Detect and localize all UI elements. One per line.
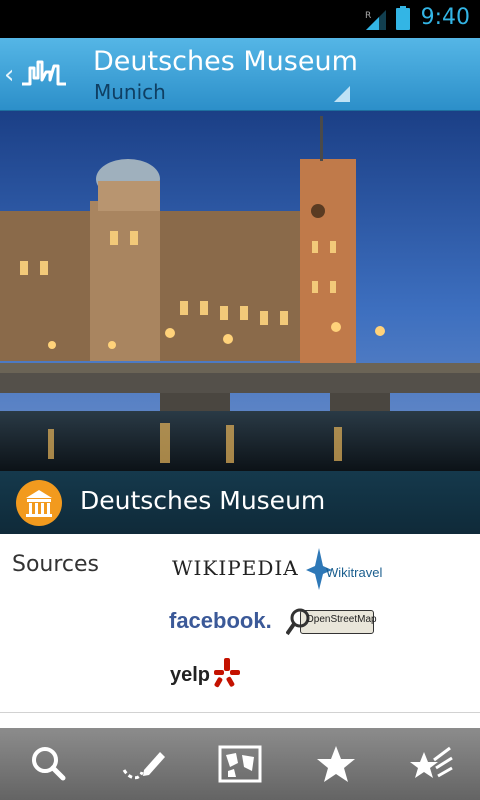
signal-icon: R bbox=[365, 10, 386, 30]
tab-route[interactable] bbox=[96, 728, 192, 800]
route-pencil-icon bbox=[122, 752, 165, 780]
spinner-indicator-icon bbox=[334, 86, 350, 102]
osm-label: OpenStreetMap bbox=[306, 614, 377, 625]
yelp-source-link[interactable]: yelp bbox=[170, 658, 240, 692]
wikitravel-source-link[interactable]: Wikitravel bbox=[304, 546, 388, 592]
divider bbox=[0, 712, 480, 713]
openstreetmap-source-link[interactable]: OpenStreetMap bbox=[286, 606, 377, 640]
star-icon bbox=[317, 746, 355, 782]
poi-name: Deutsches Museum bbox=[80, 486, 326, 515]
clock: 9:40 bbox=[420, 5, 470, 30]
museum-icon bbox=[16, 480, 62, 526]
facebook-source-link[interactable]: facebook. bbox=[169, 608, 272, 634]
battery-icon bbox=[396, 6, 410, 30]
status-bar: R 9:40 bbox=[0, 0, 480, 38]
poi-header: Deutsches Museum bbox=[0, 471, 480, 534]
action-bar: ‹ Deutsches Museum Munich bbox=[0, 38, 480, 111]
map-icon bbox=[218, 745, 262, 783]
yelp-label: yelp bbox=[170, 664, 211, 686]
tab-favorites-list[interactable] bbox=[384, 728, 480, 800]
search-icon bbox=[32, 747, 66, 781]
favorites-list-icon bbox=[410, 746, 453, 778]
tab-favorite[interactable] bbox=[288, 728, 384, 800]
sources-label: Sources bbox=[12, 552, 100, 577]
wikipedia-source-link[interactable]: WIKIPEDIA bbox=[172, 556, 299, 580]
city-spinner[interactable]: Munich bbox=[94, 80, 166, 104]
page-title: Deutsches Museum bbox=[93, 46, 358, 77]
bottom-nav bbox=[0, 728, 480, 800]
sources-section: Sources WIKIPEDIA Wikitravel facebook. O… bbox=[0, 534, 480, 712]
tab-map[interactable] bbox=[192, 728, 288, 800]
back-chevron-icon[interactable]: ‹ bbox=[4, 62, 14, 88]
app-logo-icon[interactable] bbox=[20, 54, 68, 94]
hero-photo bbox=[0, 111, 480, 471]
roaming-label: R bbox=[365, 11, 371, 21]
tab-search[interactable] bbox=[0, 728, 96, 800]
yelp-burst-icon bbox=[214, 658, 240, 688]
wikitravel-label: Wikitravel bbox=[326, 565, 383, 580]
